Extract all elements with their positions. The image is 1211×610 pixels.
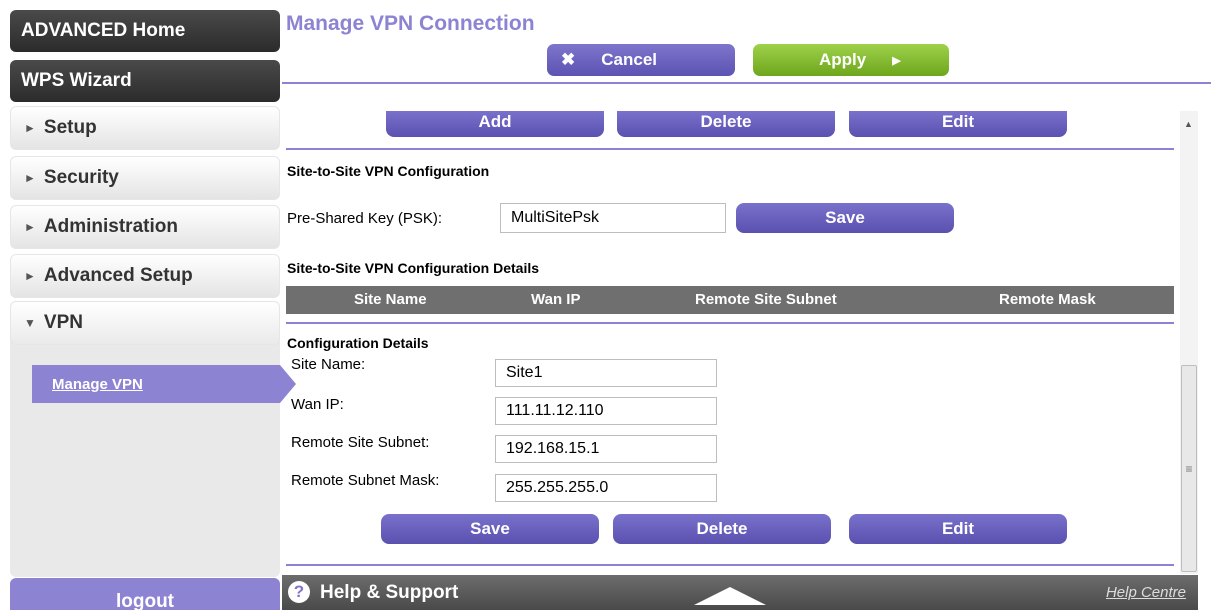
help-support-bar[interactable]: ? Help & Support Help Centre: [282, 575, 1198, 610]
logout-button[interactable]: logout: [10, 578, 280, 610]
triangle-right-icon: ►: [24, 121, 36, 135]
column-wan-ip: Wan IP: [531, 291, 581, 308]
expand-arrow-icon[interactable]: [694, 587, 766, 605]
section-divider: [286, 322, 1174, 324]
psk-input[interactable]: MultiSitePsk: [500, 203, 726, 233]
triangle-right-icon: ►: [24, 171, 36, 185]
sidebar-item-label: VPN: [43, 312, 83, 333]
column-site-name: Site Name: [354, 291, 427, 308]
column-remote-mask: Remote Mask: [999, 291, 1096, 308]
details-table-header: Site Name Wan IP Remote Site Subnet Remo…: [286, 286, 1174, 314]
wan-ip-input[interactable]: 111.11.12.110: [495, 397, 717, 425]
save-label: Save: [825, 208, 865, 227]
remote-subnet-mask-label: Remote Subnet Mask:: [291, 472, 440, 489]
remote-site-subnet-input[interactable]: 192.168.15.1: [495, 435, 717, 463]
advanced-home-button[interactable]: ADVANCED Home: [10, 10, 280, 52]
edit-label: Edit: [941, 519, 975, 538]
section-divider: [286, 148, 1174, 150]
manage-vpn-link[interactable]: Manage VPN: [52, 376, 143, 393]
sidebar-item-administration[interactable]: ► Administration: [10, 205, 280, 249]
wps-wizard-button[interactable]: WPS Wizard: [10, 60, 280, 102]
config-save-button[interactable]: Save: [381, 514, 599, 544]
wan-ip-label: Wan IP:: [291, 396, 344, 413]
sidebar-item-label: Administration: [43, 216, 178, 237]
scroll-up-arrow-icon[interactable]: ▲: [1184, 119, 1193, 129]
config-details-table-title: Site-to-Site VPN Configuration Details: [287, 260, 540, 276]
wps-wizard-label: WPS Wizard: [21, 70, 132, 91]
help-centre-link[interactable]: Help Centre: [1106, 584, 1186, 601]
sidebar-item-label: Setup: [43, 117, 97, 138]
remote-site-subnet-label: Remote Site Subnet:: [291, 434, 430, 451]
delete-label: Delete: [696, 519, 748, 538]
sidebar-item-advanced-setup[interactable]: ► Advanced Setup: [10, 254, 280, 298]
config-delete-button[interactable]: Delete: [613, 514, 831, 544]
sidebar-item-setup[interactable]: ► Setup: [10, 106, 280, 150]
site-name-label: Site Name:: [291, 356, 366, 373]
sidebar-item-label: Advanced Setup: [43, 265, 193, 286]
router-admin-page: ADVANCED Home WPS Wizard ► Setup ► Secur…: [0, 0, 1211, 610]
add-label: Add: [478, 112, 512, 131]
content-scroll-area: Add Delete Edit Site-to-Site VPN Configu…: [282, 111, 1178, 574]
edit-button[interactable]: Edit: [849, 111, 1067, 137]
section-divider: [286, 564, 1174, 566]
apply-label: Apply: [819, 50, 867, 69]
config-edit-button[interactable]: Edit: [849, 514, 1067, 544]
sidebar-subitem-manage-vpn[interactable]: Manage VPN: [32, 365, 296, 403]
logout-label: logout: [115, 591, 175, 610]
cancel-label: Cancel: [601, 50, 657, 69]
site-name-input[interactable]: Site1: [495, 359, 717, 387]
sidebar-item-label: Security: [43, 167, 119, 188]
save-label: Save: [470, 519, 510, 538]
delete-label: Delete: [700, 112, 752, 131]
triangle-right-icon: ►: [24, 269, 36, 283]
column-remote-site-subnet: Remote Site Subnet: [695, 291, 837, 308]
site-to-site-config-title: Site-to-Site VPN Configuration: [287, 163, 490, 179]
advanced-home-label: ADVANCED Home: [21, 20, 186, 41]
psk-label: Pre-Shared Key (PSK):: [287, 210, 443, 227]
sidebar-item-vpn[interactable]: ▼ VPN: [10, 301, 280, 345]
triangle-down-icon: ▼: [24, 316, 36, 330]
grip-icon: ≡: [1185, 461, 1193, 476]
help-question-icon: ?: [288, 581, 310, 603]
remote-subnet-mask-input[interactable]: 255.255.255.0: [495, 474, 717, 502]
edit-label: Edit: [941, 112, 975, 131]
triangle-right-icon: ►: [24, 220, 36, 234]
close-icon: ✖: [561, 50, 576, 69]
scrollbar-thumb[interactable]: ≡: [1181, 365, 1197, 572]
header-divider: [282, 82, 1211, 84]
help-support-label: Help & Support: [320, 582, 459, 603]
delete-button[interactable]: Delete: [617, 111, 835, 137]
add-button[interactable]: Add: [386, 111, 604, 137]
apply-button[interactable]: Apply ▶: [753, 44, 949, 76]
arrow-right-icon: ▶: [892, 54, 901, 67]
sidebar-item-security[interactable]: ► Security: [10, 156, 280, 200]
cancel-button[interactable]: ✖ Cancel: [547, 44, 735, 76]
configuration-details-title: Configuration Details: [287, 335, 429, 351]
page-title: Manage VPN Connection: [286, 12, 535, 35]
psk-save-button[interactable]: Save: [736, 203, 954, 233]
